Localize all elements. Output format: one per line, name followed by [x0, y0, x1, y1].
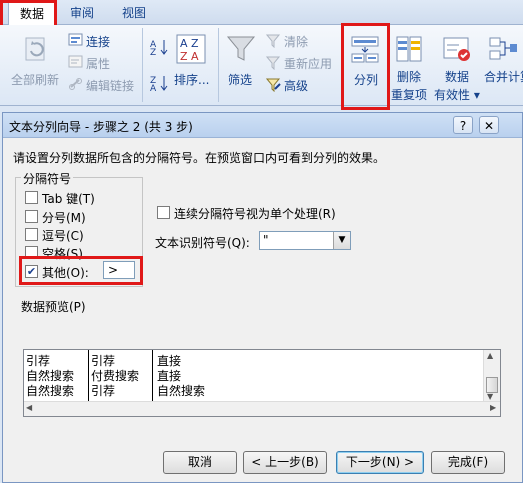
preview-cell: 自然搜索: [26, 384, 75, 398]
data-validation-label-line2[interactable]: 有效性 ▾: [434, 86, 480, 103]
edit-links-icon: [68, 77, 84, 91]
svg-text:A: A: [150, 84, 157, 92]
data-preview-pane[interactable]: 引荐 引荐 直接 自然搜索 付费搜索 直接 自然搜索 引荐 自然搜索 ▲ ▼ ◀…: [23, 349, 501, 417]
connections-button[interactable]: 连接: [86, 33, 110, 50]
refresh-all-button[interactable]: 全部刷新: [11, 71, 59, 88]
sort-button[interactable]: 排序...: [174, 71, 209, 88]
remove-duplicates-button[interactable]: 删除: [397, 68, 421, 85]
checkbox-semicolon-label: 分号(M): [42, 211, 86, 225]
preview-column-break: [152, 350, 153, 402]
close-button[interactable]: ✕: [479, 116, 499, 134]
other-delimiter-highlight-box: [19, 256, 143, 285]
vertical-scroll-thumb[interactable]: [486, 377, 498, 393]
preview-cell: 引荐: [91, 384, 116, 398]
scroll-up-arrow-icon[interactable]: ▲: [487, 351, 493, 360]
reapply-button[interactable]: 重新应用: [284, 55, 332, 72]
dialog-title: 文本分列向导 - 步骤之 2 (共 3 步): [9, 120, 193, 134]
consecutive-delimiters-label: 连续分隔符号视为单个处理(R): [174, 207, 336, 221]
advanced-filter-icon: [265, 78, 282, 93]
filter-button[interactable]: 筛选: [228, 71, 252, 88]
clear-button[interactable]: 清除: [284, 33, 308, 50]
checkbox-semicolon[interactable]: [25, 210, 38, 223]
remove-duplicates-label-line2: 重复项: [391, 88, 428, 102]
instructions-text: 请设置分列数据所包含的分隔符号。在预览窗口内可看到分列的效果。: [13, 151, 386, 165]
refresh-all-icon[interactable]: [22, 36, 50, 64]
sort-ascending-icon[interactable]: AZ: [150, 38, 170, 58]
next-button[interactable]: 下一步(N) >: [336, 451, 424, 474]
finish-button[interactable]: 完成(F): [431, 451, 505, 474]
svg-text:Z A: Z A: [180, 50, 199, 63]
data-validation-icon[interactable]: [442, 35, 472, 63]
advanced-button[interactable]: 高级: [284, 77, 308, 94]
consolidate-button[interactable]: 合并计算: [484, 68, 523, 85]
cancel-button[interactable]: 取消: [163, 451, 237, 474]
checkbox-tab-label: Tab 键(T): [42, 192, 95, 206]
scroll-right-arrow-icon[interactable]: ▶: [490, 403, 496, 412]
sort-dialog-icon[interactable]: A ZZ A: [176, 34, 206, 64]
delimiters-group-label: 分隔符号: [21, 170, 74, 187]
text-import-wizard-dialog: 文本分列向导 - 步骤之 2 (共 3 步) ? ✕ 请设置分列数据所包含的分隔…: [2, 112, 523, 483]
checkbox-consecutive-delimiters[interactable]: [157, 206, 170, 219]
data-validation-button[interactable]: 数据: [445, 68, 469, 85]
group-separator: [142, 28, 143, 102]
clear-filter-icon: [265, 34, 282, 49]
text-qualifier-label: 文本识别符号(Q):: [155, 236, 250, 250]
scroll-down-arrow-icon[interactable]: ▼: [487, 392, 493, 401]
text-qualifier-value: ": [263, 233, 269, 247]
preview-cell: 自然搜索: [157, 384, 206, 398]
consolidate-icon[interactable]: [488, 35, 518, 63]
tab-view[interactable]: 视图: [114, 2, 154, 24]
dialog-titlebar: 文本分列向导 - 步骤之 2 (共 3 步) ? ✕: [3, 113, 522, 138]
chevron-down-icon[interactable]: ▼: [333, 232, 350, 249]
text-qualifier-select[interactable]: " ▼: [259, 231, 351, 250]
filter-funnel-icon[interactable]: [226, 34, 256, 64]
connections-icon: [68, 33, 84, 47]
tab-review[interactable]: 审阅: [62, 2, 102, 24]
preview-horizontal-scrollbar[interactable]: ◀ ▶: [24, 401, 500, 416]
checkbox-comma[interactable]: [25, 228, 38, 241]
reapply-icon: [265, 56, 282, 71]
checkbox-tab[interactable]: [25, 191, 38, 204]
help-button[interactable]: ?: [453, 116, 473, 134]
properties-icon: [68, 55, 84, 69]
svg-text:Z: Z: [150, 48, 156, 56]
properties-button[interactable]: 属性: [86, 55, 110, 72]
ribbon-tab-bar: 数据 审阅 视图: [0, 0, 523, 25]
remove-duplicates-icon[interactable]: [395, 35, 425, 63]
checkbox-comma-label: 逗号(C): [42, 229, 84, 243]
sort-descending-icon[interactable]: ZA: [150, 74, 170, 94]
text-to-columns-highlight-box: [341, 23, 390, 110]
back-button[interactable]: < 上一步(B): [243, 451, 327, 474]
group-separator: [218, 28, 219, 102]
preview-vertical-scrollbar[interactable]: ▲ ▼: [483, 350, 500, 402]
data-preview-label: 数据预览(P): [21, 300, 86, 314]
scroll-left-arrow-icon[interactable]: ◀: [26, 403, 32, 412]
svg-text:A Z: A Z: [180, 37, 199, 50]
edit-links-button[interactable]: 编辑链接: [86, 77, 134, 94]
preview-column-break: [88, 350, 89, 402]
